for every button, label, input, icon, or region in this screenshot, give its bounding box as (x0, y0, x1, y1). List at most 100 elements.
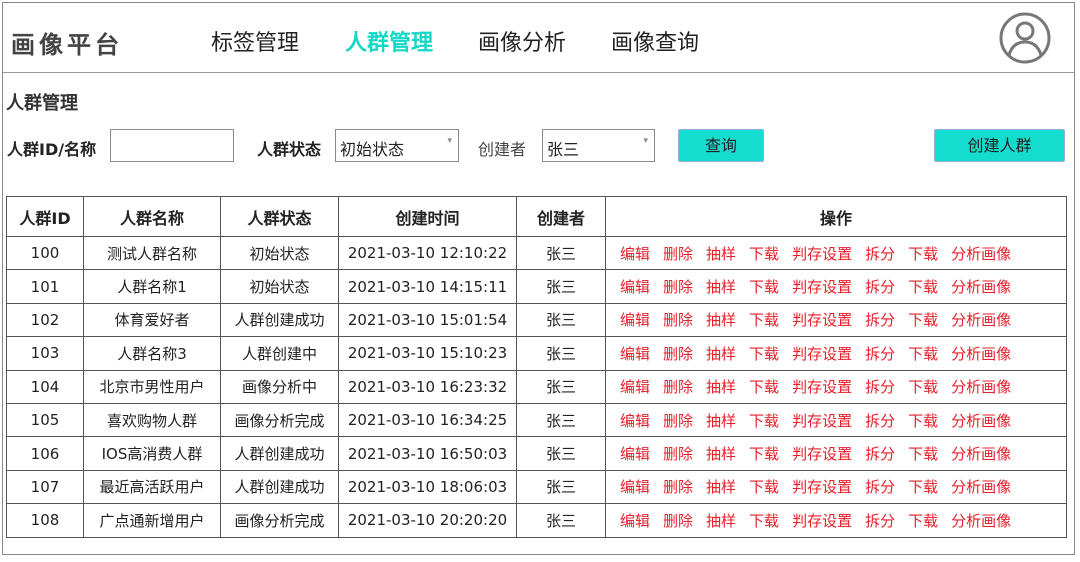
retention-settings-link[interactable]: 判存设置 (792, 378, 852, 396)
download-link[interactable]: 下载 (749, 445, 779, 463)
user-avatar-icon[interactable] (999, 12, 1051, 64)
download-link[interactable]: 下载 (749, 245, 779, 263)
retention-settings-link[interactable]: 判存设置 (792, 311, 852, 329)
retention-settings-link[interactable]: 判存设置 (792, 478, 852, 496)
cell-creator: 张三 (516, 369, 606, 404)
split-link[interactable]: 拆分 (865, 311, 895, 329)
retention-settings-link[interactable]: 判存设置 (792, 412, 852, 430)
analyze-profile-link[interactable]: 分析画像 (951, 412, 1011, 430)
retention-settings-link[interactable]: 判存设置 (792, 245, 852, 263)
sample-link[interactable]: 抽样 (706, 478, 736, 496)
split-link[interactable]: 拆分 (865, 278, 895, 296)
edit-link[interactable]: 编辑 (620, 345, 650, 363)
delete-link[interactable]: 删除 (663, 378, 693, 396)
download-link[interactable]: 下载 (908, 478, 938, 496)
split-link[interactable]: 拆分 (865, 245, 895, 263)
cell-id: 102 (6, 302, 84, 338)
delete-link[interactable]: 删除 (663, 278, 693, 296)
analyze-profile-link[interactable]: 分析画像 (951, 278, 1011, 296)
edit-link[interactable]: 编辑 (620, 445, 650, 463)
download-link[interactable]: 下载 (749, 345, 779, 363)
cell-created-time: 2021-03-10 20:20:20 (338, 503, 517, 538)
retention-settings-link[interactable]: 判存设置 (792, 512, 852, 530)
cell-name: 最近高活跃用户 (83, 469, 221, 505)
edit-link[interactable]: 编辑 (620, 311, 650, 329)
edit-link[interactable]: 编辑 (620, 412, 650, 430)
page-title: 人群管理 (6, 93, 78, 114)
download-link[interactable]: 下载 (908, 245, 938, 263)
sample-link[interactable]: 抽样 (706, 245, 736, 263)
cell-creator: 张三 (516, 402, 606, 438)
query-button[interactable]: 查询 (678, 129, 764, 162)
nav-profile-analysis[interactable]: 画像分析 (478, 25, 566, 57)
analyze-profile-link[interactable]: 分析画像 (951, 378, 1011, 396)
create-crowd-button[interactable]: 创建人群 (934, 129, 1065, 162)
split-link[interactable]: 拆分 (865, 512, 895, 530)
split-link[interactable]: 拆分 (865, 378, 895, 396)
cell-creator: 张三 (516, 235, 606, 271)
download-link[interactable]: 下载 (908, 378, 938, 396)
sample-link[interactable]: 抽样 (706, 345, 736, 363)
sample-link[interactable]: 抽样 (706, 311, 736, 329)
edit-link[interactable]: 编辑 (620, 512, 650, 530)
download-link[interactable]: 下载 (749, 478, 779, 496)
sample-link[interactable]: 抽样 (706, 378, 736, 396)
cell-name: 体育爱好者 (83, 302, 221, 338)
nav-tag-management[interactable]: 标签管理 (211, 25, 299, 57)
download-link[interactable]: 下载 (749, 311, 779, 329)
download-link[interactable]: 下载 (749, 378, 779, 396)
split-link[interactable]: 拆分 (865, 412, 895, 430)
analyze-profile-link[interactable]: 分析画像 (951, 445, 1011, 463)
edit-link[interactable]: 编辑 (620, 378, 650, 396)
delete-link[interactable]: 删除 (663, 445, 693, 463)
retention-settings-link[interactable]: 判存设置 (792, 345, 852, 363)
split-link[interactable]: 拆分 (865, 445, 895, 463)
analyze-profile-link[interactable]: 分析画像 (951, 512, 1011, 530)
download-link[interactable]: 下载 (908, 311, 938, 329)
nav-crowd-management[interactable]: 人群管理 (345, 25, 433, 57)
chevron-down-icon: ▾ (447, 136, 452, 146)
delete-link[interactable]: 删除 (663, 311, 693, 329)
delete-link[interactable]: 删除 (663, 512, 693, 530)
analyze-profile-link[interactable]: 分析画像 (951, 478, 1011, 496)
chevron-down-icon: ▾ (643, 136, 648, 146)
sample-link[interactable]: 抽样 (706, 512, 736, 530)
edit-link[interactable]: 编辑 (620, 245, 650, 263)
download-link[interactable]: 下载 (908, 512, 938, 530)
split-link[interactable]: 拆分 (865, 345, 895, 363)
download-link[interactable]: 下载 (908, 412, 938, 430)
analyze-profile-link[interactable]: 分析画像 (951, 245, 1011, 263)
analyze-profile-link[interactable]: 分析画像 (951, 311, 1011, 329)
edit-link[interactable]: 编辑 (620, 478, 650, 496)
retention-settings-link[interactable]: 判存设置 (792, 278, 852, 296)
delete-link[interactable]: 删除 (663, 478, 693, 496)
nav-profile-query[interactable]: 画像查询 (611, 25, 699, 57)
id-name-input[interactable] (110, 129, 234, 162)
cell-actions: 编辑 删除 抽样 下载 判存设置 拆分 下载 分析画像 (605, 235, 1067, 271)
download-link[interactable]: 下载 (908, 345, 938, 363)
delete-link[interactable]: 删除 (663, 345, 693, 363)
split-link[interactable]: 拆分 (865, 478, 895, 496)
status-select[interactable]: 初始状态 ▾ (335, 129, 459, 162)
download-link[interactable]: 下载 (749, 412, 779, 430)
sample-link[interactable]: 抽样 (706, 278, 736, 296)
cell-status: 画像分析中 (220, 369, 339, 404)
sample-link[interactable]: 抽样 (706, 412, 736, 430)
cell-actions: 编辑 删除 抽样 下载 判存设置 拆分 下载 分析画像 (605, 469, 1067, 505)
cell-name: IOS高消费人群 (83, 436, 221, 471)
creator-select[interactable]: 张三 ▾ (542, 129, 655, 162)
status-label: 人群状态 (257, 140, 322, 159)
cell-name: 测试人群名称 (83, 235, 221, 271)
download-link[interactable]: 下载 (749, 512, 779, 530)
edit-link[interactable]: 编辑 (620, 278, 650, 296)
sample-link[interactable]: 抽样 (706, 445, 736, 463)
delete-link[interactable]: 删除 (663, 412, 693, 430)
download-link[interactable]: 下载 (908, 278, 938, 296)
retention-settings-link[interactable]: 判存设置 (792, 445, 852, 463)
cell-creator: 张三 (516, 469, 606, 505)
download-link[interactable]: 下载 (749, 278, 779, 296)
download-link[interactable]: 下载 (908, 445, 938, 463)
cell-actions: 编辑 删除 抽样 下载 判存设置 拆分 下载 分析画像 (605, 436, 1067, 471)
delete-link[interactable]: 删除 (663, 245, 693, 263)
analyze-profile-link[interactable]: 分析画像 (951, 345, 1011, 363)
